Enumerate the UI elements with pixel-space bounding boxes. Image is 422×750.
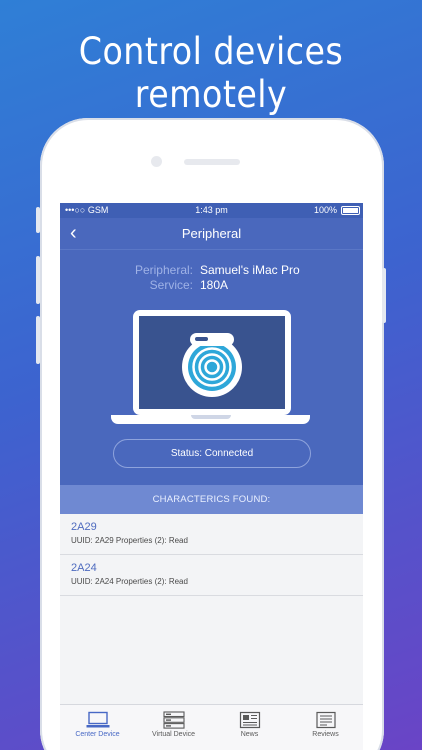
characteristic-id: 2A24 — [71, 562, 97, 574]
headline: Control devices remotely — [78, 30, 344, 116]
peripheral-value: Samuel's iMac Pro — [200, 263, 300, 277]
characteristics-header: CHARACTERICS FOUND: — [60, 485, 363, 514]
battery-percent: 100% — [313, 205, 337, 215]
earpiece-speaker — [184, 159, 240, 165]
tab-reviews[interactable]: Reviews — [288, 705, 363, 750]
characteristics-list: 2A29 UUID: 2A29 Properties (2): Read 2A2… — [60, 514, 363, 596]
tab-label: Reviews — [312, 731, 339, 738]
tab-label: Center Device — [75, 731, 120, 738]
app-screen: •••○○ GSM 1:43 pm 100% ‹ Peripheral Peri… — [60, 203, 363, 750]
characteristic-detail: UUID: 2A24 Properties (2): Read — [71, 577, 188, 586]
laptop-illustration — [133, 310, 291, 415]
page-title: Peripheral — [181, 226, 242, 241]
bluetooth-device-icon — [182, 333, 242, 397]
characteristic-id: 2A29 — [71, 521, 97, 533]
device-info: Peripheral: Samuel's iMac Pro Service: 1… — [60, 263, 363, 293]
reviews-icon — [315, 711, 336, 729]
power-button — [382, 268, 386, 323]
volume-up-button — [36, 256, 40, 304]
server-icon — [162, 711, 185, 729]
characteristic-detail: UUID: 2A29 Properties (2): Read — [71, 536, 188, 545]
navigation-bar: ‹ Peripheral — [60, 218, 363, 250]
status-bar: •••○○ GSM 1:43 pm 100% — [60, 203, 363, 218]
laptop-icon — [86, 711, 109, 728]
newspaper-icon — [239, 711, 260, 729]
tab-center-device[interactable]: Center Device — [60, 705, 135, 750]
peripheral-label: Peripheral: — [134, 263, 193, 277]
service-label: Service: — [149, 278, 193, 292]
connection-status-button[interactable]: Status: Connected — [113, 439, 311, 468]
tab-virtual-device[interactable]: Virtual Device — [136, 705, 211, 750]
device-hero: ‹ Peripheral Peripheral: Samuel's iMac P… — [60, 218, 363, 485]
volume-down-button — [36, 316, 40, 364]
tab-news[interactable]: News — [212, 705, 287, 750]
list-item[interactable]: 2A24 UUID: 2A24 Properties (2): Read — [60, 555, 363, 596]
tab-bar: Center Device Virtual Device News Review… — [60, 704, 363, 750]
laptop-notch — [191, 415, 231, 419]
tab-label: Virtual Device — [151, 731, 196, 738]
mute-switch — [36, 207, 40, 233]
front-camera — [151, 156, 162, 167]
tab-label: News — [240, 731, 259, 738]
list-item[interactable]: 2A29 UUID: 2A29 Properties (2): Read — [60, 514, 363, 555]
service-value: 180A — [200, 278, 229, 292]
battery-icon — [341, 206, 360, 215]
